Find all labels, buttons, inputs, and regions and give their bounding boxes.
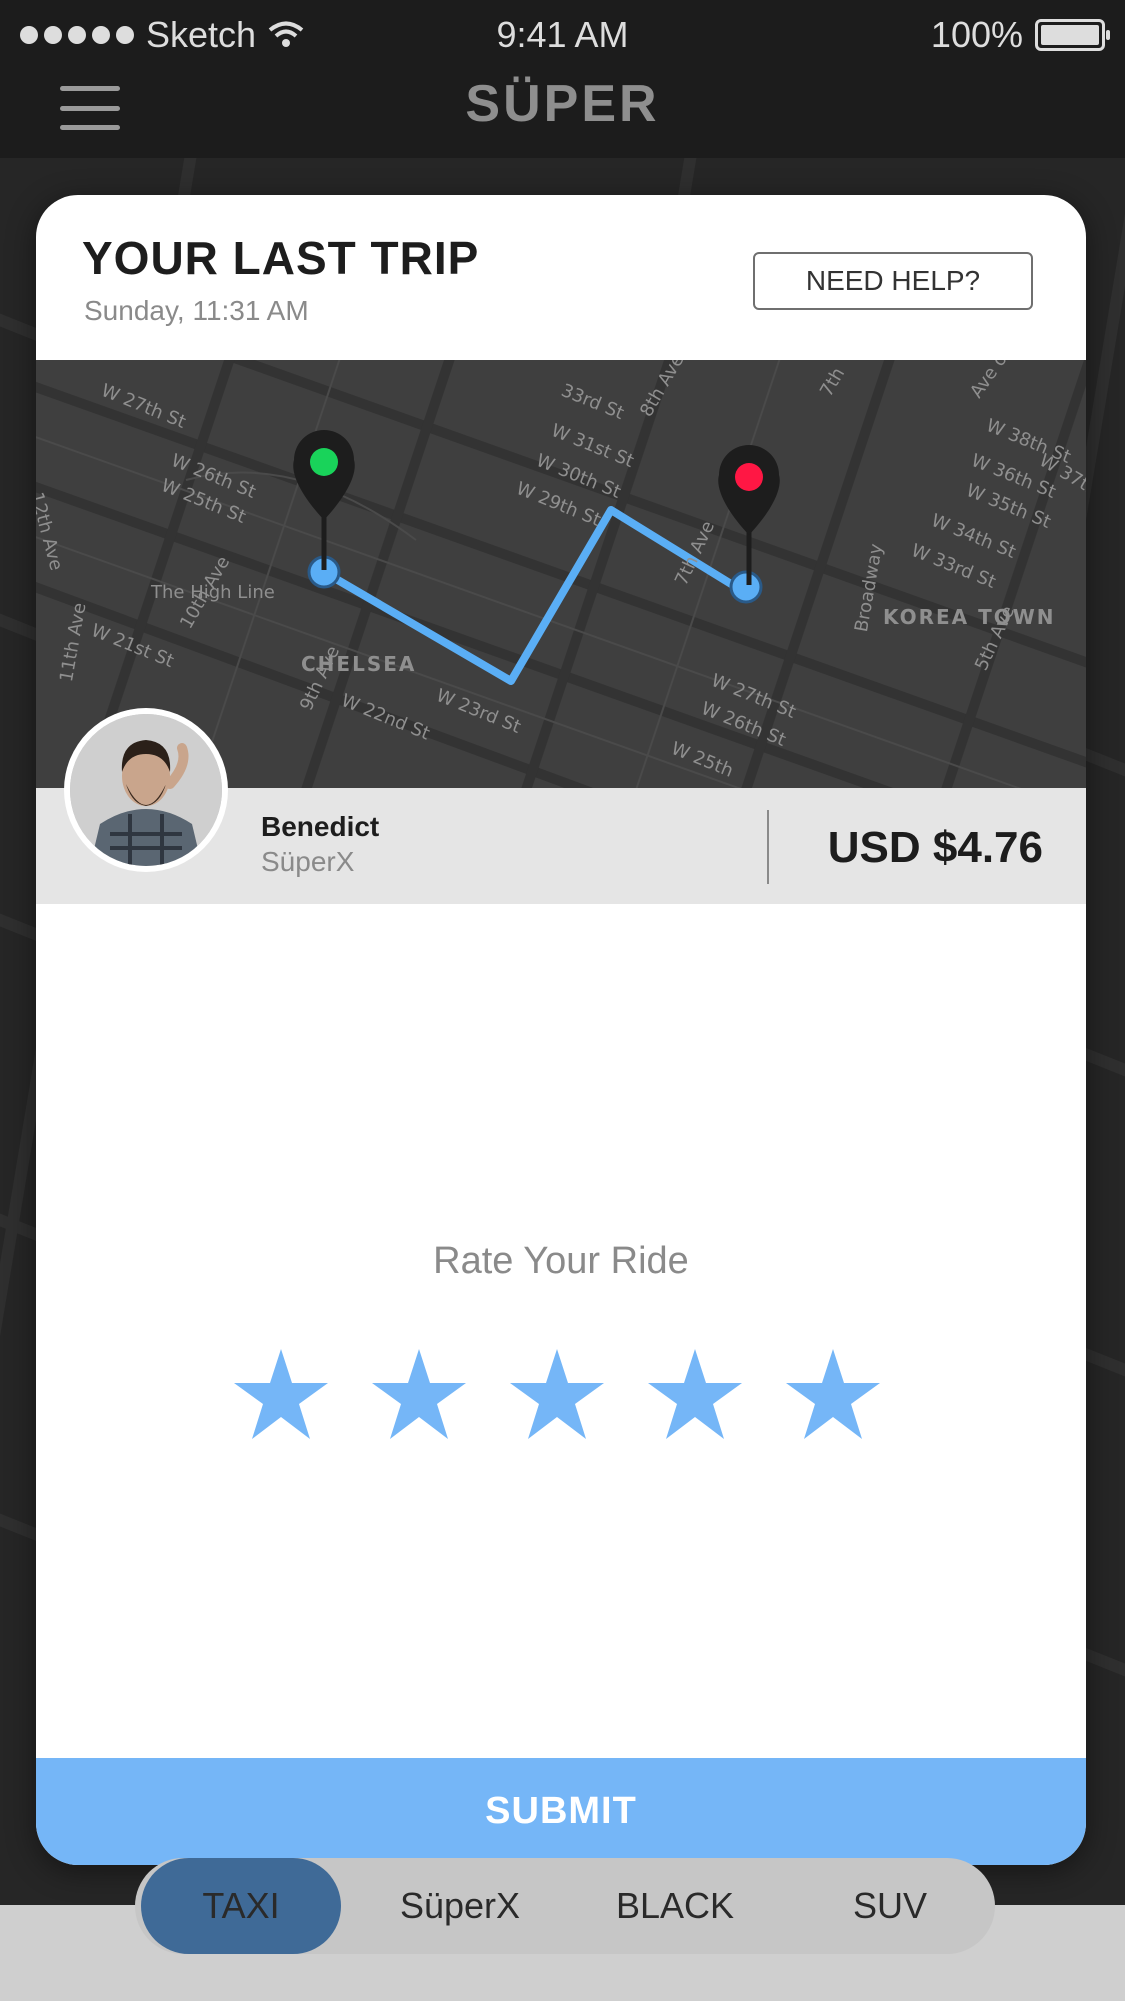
tab-superx[interactable]: SüperX: [360, 1858, 560, 1954]
ride-type-tabs: TAXI SüperX BLACK SUV: [135, 1858, 995, 1954]
rate-your-ride-label: Rate Your Ride: [433, 1240, 689, 1282]
driver-vehicle-class: SüperX: [261, 846, 355, 877]
card-header: YOUR LAST TRIP Sunday, 11:31 AM NEED HEL…: [36, 195, 1086, 360]
star-icon[interactable]: [507, 1345, 607, 1445]
star-icon[interactable]: [783, 1345, 883, 1445]
app-title: SÜPER: [465, 75, 660, 133]
driver-fare-divider: [767, 810, 769, 884]
star-rating[interactable]: [231, 1345, 883, 1445]
nav-bar: SÜPER: [0, 64, 1125, 158]
need-help-button[interactable]: NEED HELP?: [753, 252, 1033, 310]
submit-button[interactable]: SUBMIT: [36, 1758, 1086, 1865]
tab-taxi[interactable]: TAXI: [141, 1858, 341, 1954]
star-icon[interactable]: [645, 1345, 745, 1445]
trip-date: Sunday, 11:31 AM: [84, 295, 309, 326]
battery-percent: 100%: [930, 14, 1023, 55]
driver-bar: Benedict SüperX USD $4.76: [36, 708, 1086, 904]
driver-name: Benedict: [261, 811, 380, 842]
trip-title: YOUR LAST TRIP: [82, 232, 480, 284]
status-bar: Sketch 9:41 AM 100%: [0, 0, 1125, 64]
tab-suv[interactable]: SUV: [790, 1858, 990, 1954]
map-street-label: KOREA TOWN: [883, 605, 1056, 629]
driver-photo: [70, 714, 222, 866]
battery-group: 100%: [930, 14, 1110, 56]
star-icon[interactable]: [369, 1345, 469, 1445]
route-end-dot: [729, 570, 763, 604]
last-trip-card: YOUR LAST TRIP Sunday, 11:31 AM NEED HEL…: [36, 195, 1086, 1865]
trip-fare: USD $4.76: [827, 823, 1043, 872]
battery-icon: [1035, 19, 1110, 51]
tab-black[interactable]: BLACK: [575, 1858, 775, 1954]
driver-avatar: [64, 708, 228, 872]
star-icon[interactable]: [231, 1345, 331, 1445]
